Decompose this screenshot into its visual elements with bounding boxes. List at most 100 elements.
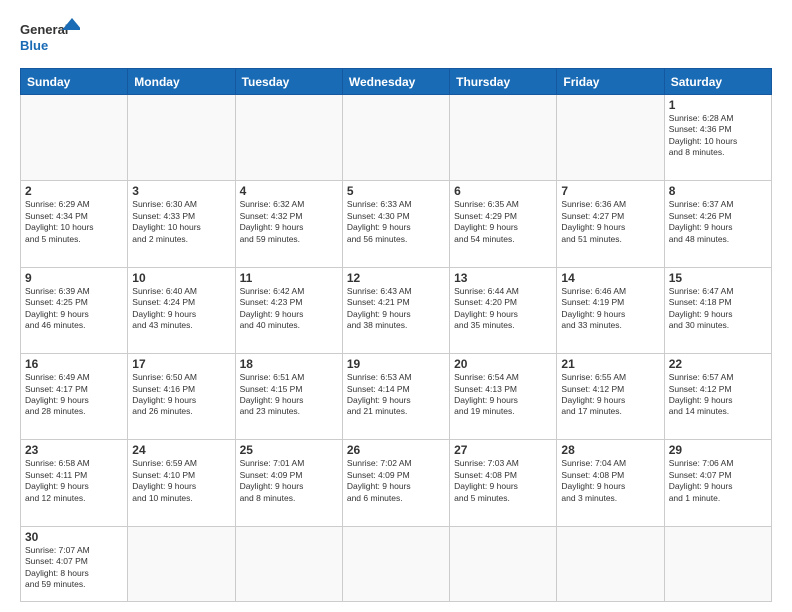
day-number: 29 — [669, 443, 767, 457]
calendar-day-cell: 1Sunrise: 6:28 AM Sunset: 4:36 PM Daylig… — [664, 95, 771, 181]
day-info: Sunrise: 6:35 AM Sunset: 4:29 PM Dayligh… — [454, 199, 552, 245]
calendar-day-cell: 12Sunrise: 6:43 AM Sunset: 4:21 PM Dayli… — [342, 267, 449, 353]
day-info: Sunrise: 6:33 AM Sunset: 4:30 PM Dayligh… — [347, 199, 445, 245]
calendar-day-cell: 19Sunrise: 6:53 AM Sunset: 4:14 PM Dayli… — [342, 354, 449, 440]
day-info: Sunrise: 7:03 AM Sunset: 4:08 PM Dayligh… — [454, 458, 552, 504]
calendar-day-cell: 20Sunrise: 6:54 AM Sunset: 4:13 PM Dayli… — [450, 354, 557, 440]
day-info: Sunrise: 6:47 AM Sunset: 4:18 PM Dayligh… — [669, 286, 767, 332]
day-of-week-header: Tuesday — [235, 69, 342, 95]
day-number: 27 — [454, 443, 552, 457]
calendar-day-cell: 13Sunrise: 6:44 AM Sunset: 4:20 PM Dayli… — [450, 267, 557, 353]
day-number: 26 — [347, 443, 445, 457]
day-of-week-header: Sunday — [21, 69, 128, 95]
day-of-week-header: Thursday — [450, 69, 557, 95]
day-info: Sunrise: 6:29 AM Sunset: 4:34 PM Dayligh… — [25, 199, 123, 245]
day-info: Sunrise: 7:04 AM Sunset: 4:08 PM Dayligh… — [561, 458, 659, 504]
day-info: Sunrise: 6:42 AM Sunset: 4:23 PM Dayligh… — [240, 286, 338, 332]
calendar-day-cell: 3Sunrise: 6:30 AM Sunset: 4:33 PM Daylig… — [128, 181, 235, 267]
calendar-week-row: 30Sunrise: 7:07 AM Sunset: 4:07 PM Dayli… — [21, 526, 772, 601]
logo-svg: General Blue — [20, 16, 80, 60]
calendar-week-row: 9Sunrise: 6:39 AM Sunset: 4:25 PM Daylig… — [21, 267, 772, 353]
day-info: Sunrise: 6:44 AM Sunset: 4:20 PM Dayligh… — [454, 286, 552, 332]
day-info: Sunrise: 7:01 AM Sunset: 4:09 PM Dayligh… — [240, 458, 338, 504]
calendar-day-cell — [557, 526, 664, 601]
calendar-day-cell: 6Sunrise: 6:35 AM Sunset: 4:29 PM Daylig… — [450, 181, 557, 267]
calendar-week-row: 23Sunrise: 6:58 AM Sunset: 4:11 PM Dayli… — [21, 440, 772, 526]
logo: General Blue — [20, 16, 80, 60]
day-number: 6 — [454, 184, 552, 198]
day-of-week-header: Monday — [128, 69, 235, 95]
calendar-day-cell: 21Sunrise: 6:55 AM Sunset: 4:12 PM Dayli… — [557, 354, 664, 440]
calendar-day-cell: 5Sunrise: 6:33 AM Sunset: 4:30 PM Daylig… — [342, 181, 449, 267]
day-number: 12 — [347, 271, 445, 285]
day-number: 28 — [561, 443, 659, 457]
calendar-day-cell: 30Sunrise: 7:07 AM Sunset: 4:07 PM Dayli… — [21, 526, 128, 601]
day-of-week-header: Saturday — [664, 69, 771, 95]
svg-text:Blue: Blue — [20, 38, 48, 53]
svg-text:General: General — [20, 22, 68, 37]
day-info: Sunrise: 6:30 AM Sunset: 4:33 PM Dayligh… — [132, 199, 230, 245]
day-number: 14 — [561, 271, 659, 285]
calendar-day-cell: 7Sunrise: 6:36 AM Sunset: 4:27 PM Daylig… — [557, 181, 664, 267]
calendar-day-cell — [128, 95, 235, 181]
day-info: Sunrise: 6:59 AM Sunset: 4:10 PM Dayligh… — [132, 458, 230, 504]
day-number: 13 — [454, 271, 552, 285]
day-number: 18 — [240, 357, 338, 371]
day-number: 4 — [240, 184, 338, 198]
day-number: 1 — [669, 98, 767, 112]
day-number: 7 — [561, 184, 659, 198]
day-number: 17 — [132, 357, 230, 371]
calendar-day-cell: 11Sunrise: 6:42 AM Sunset: 4:23 PM Dayli… — [235, 267, 342, 353]
day-info: Sunrise: 6:37 AM Sunset: 4:26 PM Dayligh… — [669, 199, 767, 245]
day-number: 2 — [25, 184, 123, 198]
day-number: 8 — [669, 184, 767, 198]
calendar-day-cell: 26Sunrise: 7:02 AM Sunset: 4:09 PM Dayli… — [342, 440, 449, 526]
day-info: Sunrise: 6:36 AM Sunset: 4:27 PM Dayligh… — [561, 199, 659, 245]
calendar-day-cell: 8Sunrise: 6:37 AM Sunset: 4:26 PM Daylig… — [664, 181, 771, 267]
day-number: 23 — [25, 443, 123, 457]
calendar-day-cell: 16Sunrise: 6:49 AM Sunset: 4:17 PM Dayli… — [21, 354, 128, 440]
day-info: Sunrise: 6:51 AM Sunset: 4:15 PM Dayligh… — [240, 372, 338, 418]
day-info: Sunrise: 6:53 AM Sunset: 4:14 PM Dayligh… — [347, 372, 445, 418]
day-info: Sunrise: 6:54 AM Sunset: 4:13 PM Dayligh… — [454, 372, 552, 418]
calendar-week-row: 2Sunrise: 6:29 AM Sunset: 4:34 PM Daylig… — [21, 181, 772, 267]
calendar-table: SundayMondayTuesdayWednesdayThursdayFrid… — [20, 68, 772, 602]
day-number: 9 — [25, 271, 123, 285]
calendar-day-cell — [235, 95, 342, 181]
day-number: 16 — [25, 357, 123, 371]
calendar-day-cell — [450, 526, 557, 601]
calendar-day-cell: 23Sunrise: 6:58 AM Sunset: 4:11 PM Dayli… — [21, 440, 128, 526]
calendar-day-cell: 2Sunrise: 6:29 AM Sunset: 4:34 PM Daylig… — [21, 181, 128, 267]
calendar-header-row: SundayMondayTuesdayWednesdayThursdayFrid… — [21, 69, 772, 95]
day-info: Sunrise: 7:06 AM Sunset: 4:07 PM Dayligh… — [669, 458, 767, 504]
calendar-day-cell — [450, 95, 557, 181]
calendar-day-cell — [342, 95, 449, 181]
calendar-day-cell: 27Sunrise: 7:03 AM Sunset: 4:08 PM Dayli… — [450, 440, 557, 526]
calendar-day-cell: 28Sunrise: 7:04 AM Sunset: 4:08 PM Dayli… — [557, 440, 664, 526]
calendar-week-row: 1Sunrise: 6:28 AM Sunset: 4:36 PM Daylig… — [21, 95, 772, 181]
day-info: Sunrise: 6:39 AM Sunset: 4:25 PM Dayligh… — [25, 286, 123, 332]
day-info: Sunrise: 6:28 AM Sunset: 4:36 PM Dayligh… — [669, 113, 767, 159]
day-info: Sunrise: 6:50 AM Sunset: 4:16 PM Dayligh… — [132, 372, 230, 418]
day-info: Sunrise: 6:32 AM Sunset: 4:32 PM Dayligh… — [240, 199, 338, 245]
day-info: Sunrise: 6:46 AM Sunset: 4:19 PM Dayligh… — [561, 286, 659, 332]
calendar-day-cell: 29Sunrise: 7:06 AM Sunset: 4:07 PM Dayli… — [664, 440, 771, 526]
calendar-day-cell: 18Sunrise: 6:51 AM Sunset: 4:15 PM Dayli… — [235, 354, 342, 440]
calendar-day-cell — [557, 95, 664, 181]
calendar-day-cell: 25Sunrise: 7:01 AM Sunset: 4:09 PM Dayli… — [235, 440, 342, 526]
calendar-day-cell: 9Sunrise: 6:39 AM Sunset: 4:25 PM Daylig… — [21, 267, 128, 353]
day-info: Sunrise: 6:40 AM Sunset: 4:24 PM Dayligh… — [132, 286, 230, 332]
calendar-day-cell: 10Sunrise: 6:40 AM Sunset: 4:24 PM Dayli… — [128, 267, 235, 353]
day-info: Sunrise: 6:55 AM Sunset: 4:12 PM Dayligh… — [561, 372, 659, 418]
day-info: Sunrise: 6:49 AM Sunset: 4:17 PM Dayligh… — [25, 372, 123, 418]
day-number: 25 — [240, 443, 338, 457]
day-number: 10 — [132, 271, 230, 285]
header: General Blue — [20, 16, 772, 60]
calendar-day-cell: 14Sunrise: 6:46 AM Sunset: 4:19 PM Dayli… — [557, 267, 664, 353]
calendar-day-cell — [235, 526, 342, 601]
calendar-day-cell: 22Sunrise: 6:57 AM Sunset: 4:12 PM Dayli… — [664, 354, 771, 440]
day-number: 22 — [669, 357, 767, 371]
day-number: 11 — [240, 271, 338, 285]
page: General Blue SundayMondayTuesdayWednesda… — [0, 0, 792, 612]
calendar-week-row: 16Sunrise: 6:49 AM Sunset: 4:17 PM Dayli… — [21, 354, 772, 440]
